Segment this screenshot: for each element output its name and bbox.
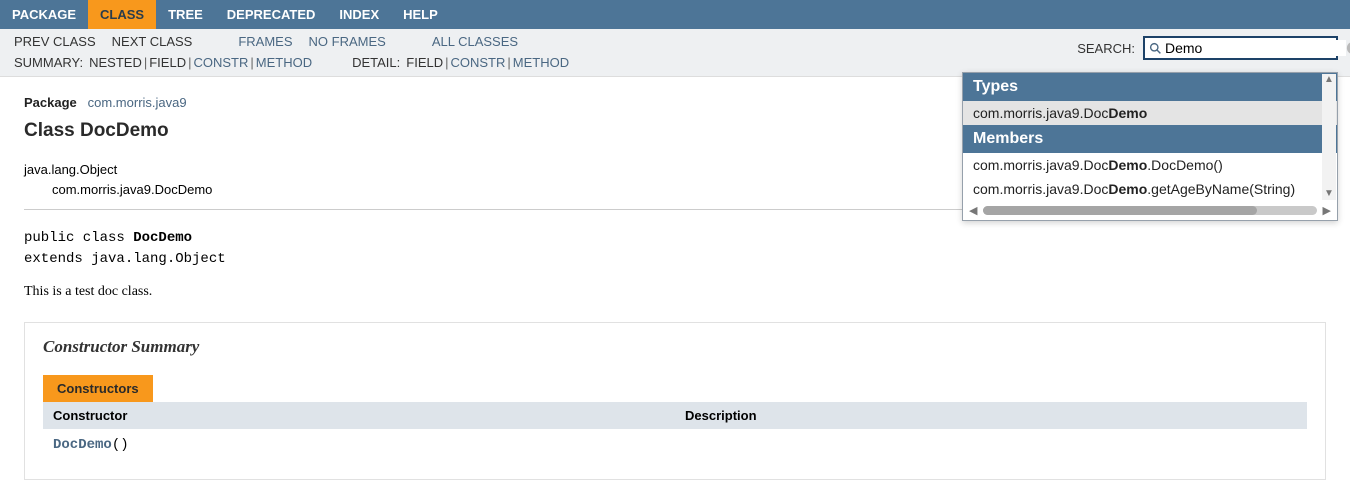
nav-package[interactable]: PACKAGE: [0, 0, 88, 29]
detail-label: DETAIL:: [352, 55, 404, 70]
summary-method[interactable]: METHOD: [254, 55, 314, 70]
constructor-summary-title: Constructor Summary: [43, 337, 1307, 357]
description-cell: [675, 429, 1307, 461]
nav-tree[interactable]: TREE: [156, 0, 215, 29]
detail-field: FIELD: [404, 55, 445, 70]
scroll-left-arrow-icon[interactable]: ◀: [969, 204, 977, 217]
scroll-right-arrow-icon[interactable]: ▶: [1323, 204, 1331, 217]
search-icon: [1149, 42, 1162, 55]
no-frames-link[interactable]: NO FRAMES: [301, 34, 394, 49]
class-description: This is a test doc class.: [24, 284, 1326, 300]
description-header: Description: [675, 402, 1307, 429]
search-label: SEARCH:: [1077, 41, 1135, 56]
nav-class[interactable]: CLASS: [88, 0, 156, 29]
nav-deprecated[interactable]: DEPRECATED: [215, 0, 328, 29]
constructor-summary-box: Constructor Summary Constructors Constru…: [24, 322, 1326, 480]
dropdown-member-item[interactable]: com.morris.java9.DocDemo.getAgeByName(St…: [963, 177, 1337, 201]
dropdown-member-item[interactable]: com.morris.java9.DocDemo.DocDemo(): [963, 153, 1337, 177]
clear-icon[interactable]: [1346, 41, 1350, 55]
constructor-cell: DocDemo(): [43, 429, 675, 461]
dropdown-members-header: Members: [963, 125, 1337, 153]
dropdown-vertical-scrollbar[interactable]: ▲ ▼: [1322, 74, 1336, 200]
summary-field: FIELD: [147, 55, 188, 70]
dropdown-type-item[interactable]: com.morris.java9.DocDemo: [963, 101, 1337, 125]
nav-index[interactable]: INDEX: [327, 0, 391, 29]
constructors-tab[interactable]: Constructors: [43, 375, 153, 402]
constructors-table: Constructor Description DocDemo(): [43, 402, 1307, 461]
all-classes-link[interactable]: ALL CLASSES: [424, 34, 526, 49]
scroll-up-arrow-icon[interactable]: ▲: [1322, 74, 1336, 86]
summary-label: SUMMARY:: [0, 55, 87, 70]
detail-constr[interactable]: CONSTR: [449, 55, 508, 70]
summary-nested: NESTED: [87, 55, 144, 70]
summary-constr[interactable]: CONSTR: [191, 55, 250, 70]
constructor-link[interactable]: DocDemo: [53, 437, 112, 453]
search-input[interactable]: [1165, 40, 1346, 56]
constructor-header: Constructor: [43, 402, 675, 429]
package-link[interactable]: com.morris.java9: [88, 95, 187, 110]
frames-link[interactable]: FRAMES: [230, 34, 300, 49]
detail-method[interactable]: METHOD: [511, 55, 571, 70]
dropdown-types-header: Types: [963, 73, 1337, 101]
class-signature: public class DocDemo extends java.lang.O…: [24, 228, 1326, 270]
top-nav: PACKAGE CLASS TREE DEPRECATED INDEX HELP: [0, 0, 1350, 29]
dropdown-horizontal-scrollbar[interactable]: ◀ ▶: [963, 201, 1337, 220]
nav-help[interactable]: HELP: [391, 0, 450, 29]
scroll-down-arrow-icon[interactable]: ▼: [1322, 188, 1336, 200]
search-box: [1143, 36, 1338, 60]
prev-class-link[interactable]: PREV CLASS: [0, 34, 104, 49]
search-container: SEARCH:: [1077, 36, 1338, 60]
sub-nav: PREV CLASS NEXT CLASS FRAMES NO FRAMES A…: [0, 29, 1350, 77]
table-row: DocDemo(): [43, 429, 1307, 461]
next-class-link[interactable]: NEXT CLASS: [104, 34, 201, 49]
search-dropdown: ▲ ▼ Types com.morris.java9.DocDemo Membe…: [962, 72, 1338, 221]
package-label: Package: [24, 95, 77, 110]
